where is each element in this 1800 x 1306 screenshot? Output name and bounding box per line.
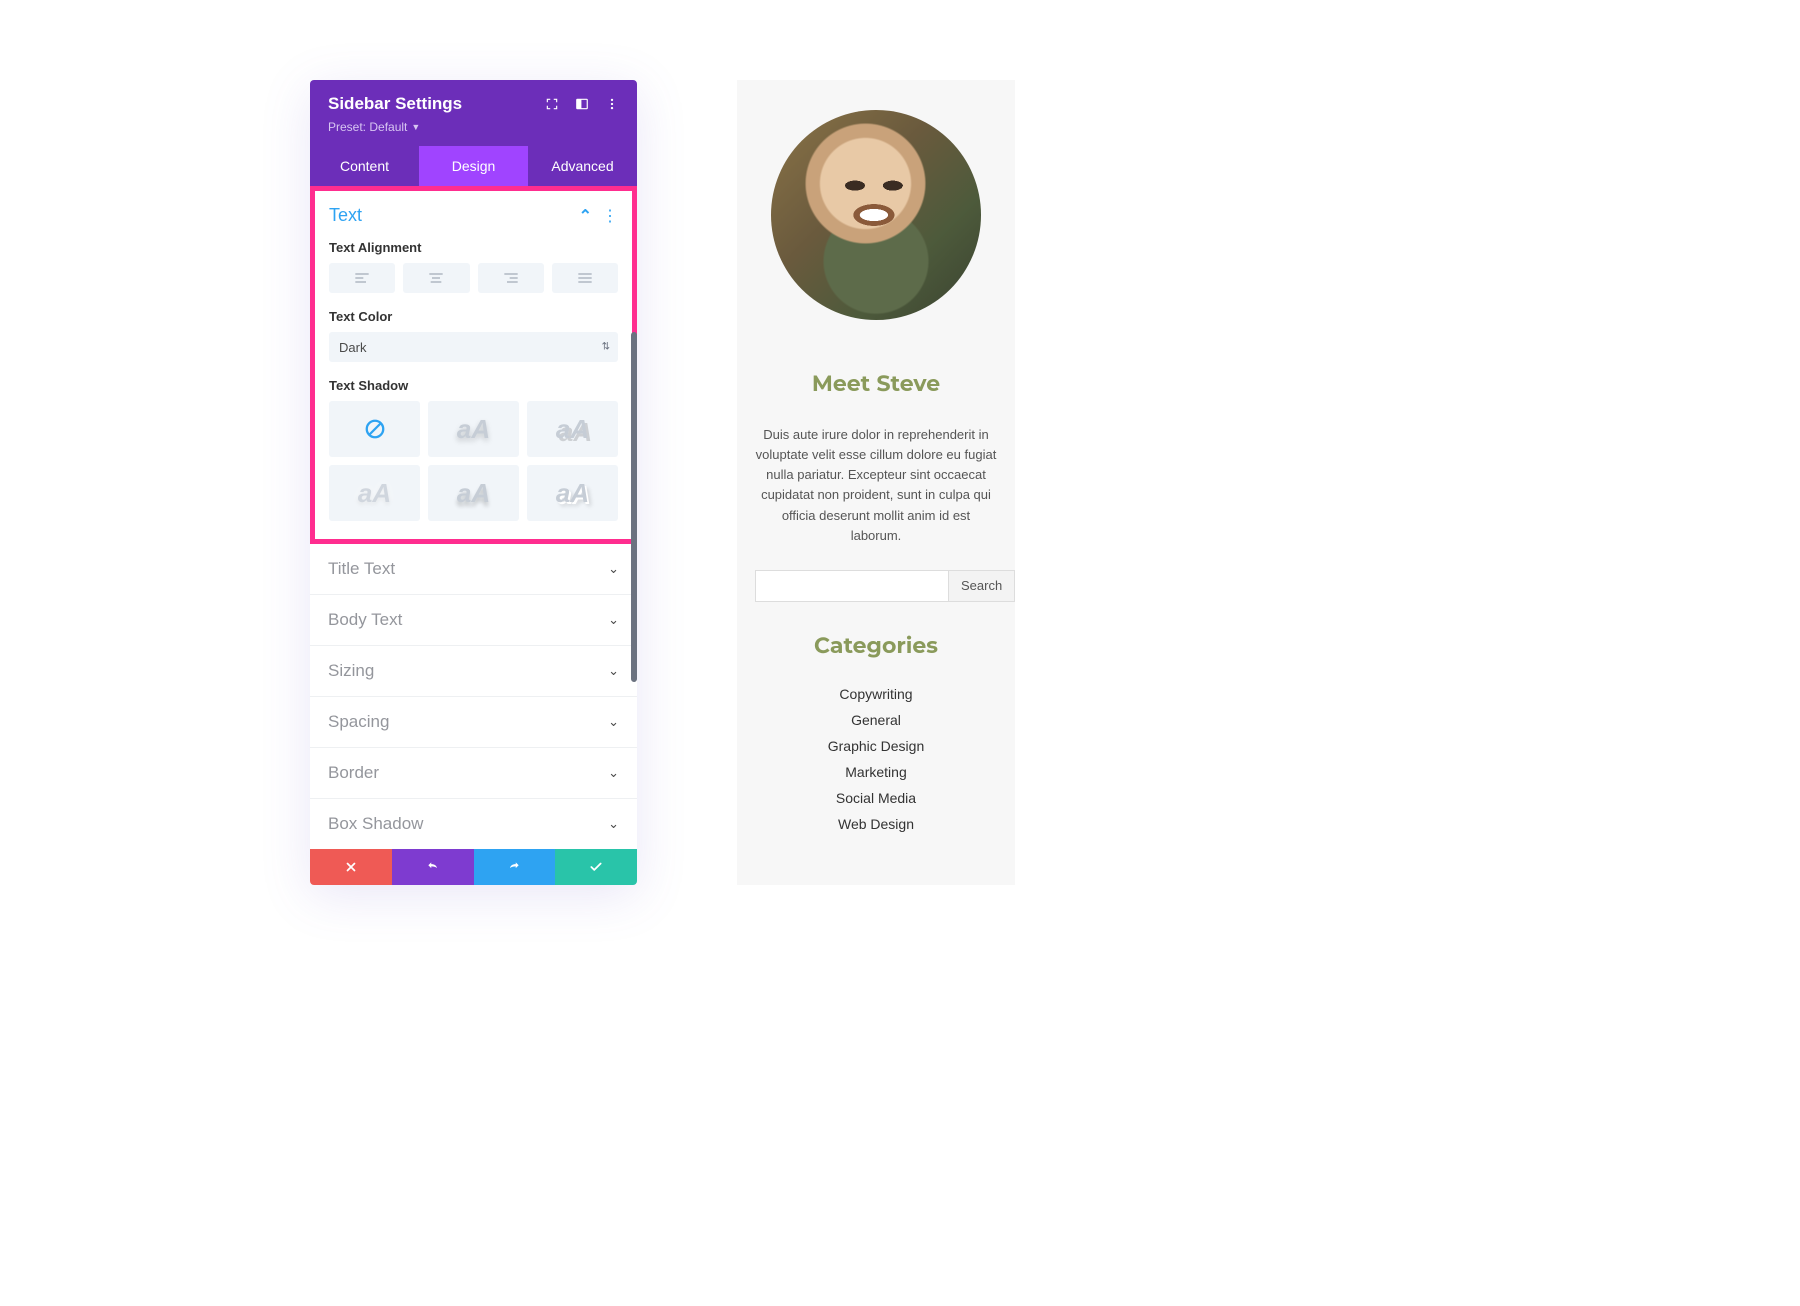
shadow-preset-1[interactable]: aA — [428, 401, 519, 457]
align-justify-button[interactable] — [552, 263, 618, 293]
meet-title: Meet Steve — [755, 370, 997, 397]
search-button[interactable]: Search — [948, 570, 1015, 602]
tabs: Content Design Advanced — [310, 146, 637, 186]
category-link[interactable]: Web Design — [755, 811, 997, 837]
category-link[interactable]: Social Media — [755, 785, 997, 811]
shadow-label: Text Shadow — [329, 378, 618, 393]
section-title[interactable]: Text — [329, 205, 362, 226]
shadow-preset-2[interactable]: aA — [527, 401, 618, 457]
category-link[interactable]: Marketing — [755, 759, 997, 785]
shadow-none-button[interactable] — [329, 401, 420, 457]
align-center-button[interactable] — [403, 263, 469, 293]
categories-list: Copywriting General Graphic Design Marke… — [755, 681, 997, 837]
search-row: Search — [755, 570, 997, 602]
preset-label: Preset: Default — [328, 120, 407, 134]
accordion: Title Text ⌄ Body Text ⌄ Sizing ⌄ Spacin… — [310, 544, 637, 849]
panel-header: Sidebar Settings Preset: Default ▼ — [310, 80, 637, 146]
category-link[interactable]: General — [755, 707, 997, 733]
chevron-down-icon: ⌄ — [608, 765, 619, 781]
caret-down-icon: ▼ — [411, 122, 420, 132]
save-button[interactable] — [555, 849, 637, 885]
section-more-icon[interactable]: ⋮ — [602, 206, 618, 226]
acc-title-text[interactable]: Title Text ⌄ — [310, 544, 637, 595]
align-right-button[interactable] — [478, 263, 544, 293]
tab-advanced[interactable]: Advanced — [528, 146, 637, 186]
undo-button[interactable] — [392, 849, 474, 885]
meet-text: Duis aute irure dolor in reprehenderit i… — [755, 425, 997, 546]
shadow-options: aA aA aA aA aA — [329, 401, 618, 521]
panel-title: Sidebar Settings — [328, 94, 462, 114]
cancel-button[interactable] — [310, 849, 392, 885]
dock-icon[interactable] — [575, 97, 589, 111]
sidebar-settings-panel: Sidebar Settings Preset: Default ▼ — [310, 80, 637, 885]
shadow-preset-4[interactable]: aA — [428, 465, 519, 521]
preview-pane: Meet Steve Duis aute irure dolor in repr… — [737, 80, 1015, 885]
acc-sizing[interactable]: Sizing ⌄ — [310, 646, 637, 697]
acc-box-shadow[interactable]: Box Shadow ⌄ — [310, 799, 637, 849]
avatar — [771, 110, 981, 320]
tab-design[interactable]: Design — [419, 146, 528, 186]
chevron-down-icon: ⌄ — [608, 816, 619, 832]
acc-body-text[interactable]: Body Text ⌄ — [310, 595, 637, 646]
chevron-down-icon: ⌄ — [608, 612, 619, 628]
preset-selector[interactable]: Preset: Default ▼ — [328, 120, 420, 134]
shadow-preset-5[interactable]: aA — [527, 465, 618, 521]
acc-border[interactable]: Border ⌄ — [310, 748, 637, 799]
alignment-row — [329, 263, 618, 293]
scrollbar-thumb[interactable] — [631, 332, 637, 682]
focus-icon[interactable] — [545, 97, 559, 111]
align-left-button[interactable] — [329, 263, 395, 293]
category-link[interactable]: Graphic Design — [755, 733, 997, 759]
acc-spacing[interactable]: Spacing ⌄ — [310, 697, 637, 748]
categories-title: Categories — [755, 632, 997, 659]
text-color-select[interactable]: Dark — [329, 332, 618, 362]
chevron-down-icon: ⌄ — [608, 561, 619, 577]
color-label: Text Color — [329, 309, 618, 324]
more-vert-icon[interactable] — [605, 97, 619, 111]
chevron-down-icon: ⌄ — [608, 663, 619, 679]
chevron-up-icon[interactable]: ⌃ — [579, 206, 592, 226]
category-link[interactable]: Copywriting — [755, 681, 997, 707]
chevron-down-icon: ⌄ — [608, 714, 619, 730]
text-section: Text ⌃ ⋮ Text Alignment — [310, 186, 637, 544]
panel-footer — [310, 849, 637, 885]
alignment-label: Text Alignment — [329, 240, 618, 255]
search-input[interactable] — [755, 570, 948, 602]
tab-content[interactable]: Content — [310, 146, 419, 186]
shadow-preset-3[interactable]: aA — [329, 465, 420, 521]
redo-button[interactable] — [474, 849, 556, 885]
